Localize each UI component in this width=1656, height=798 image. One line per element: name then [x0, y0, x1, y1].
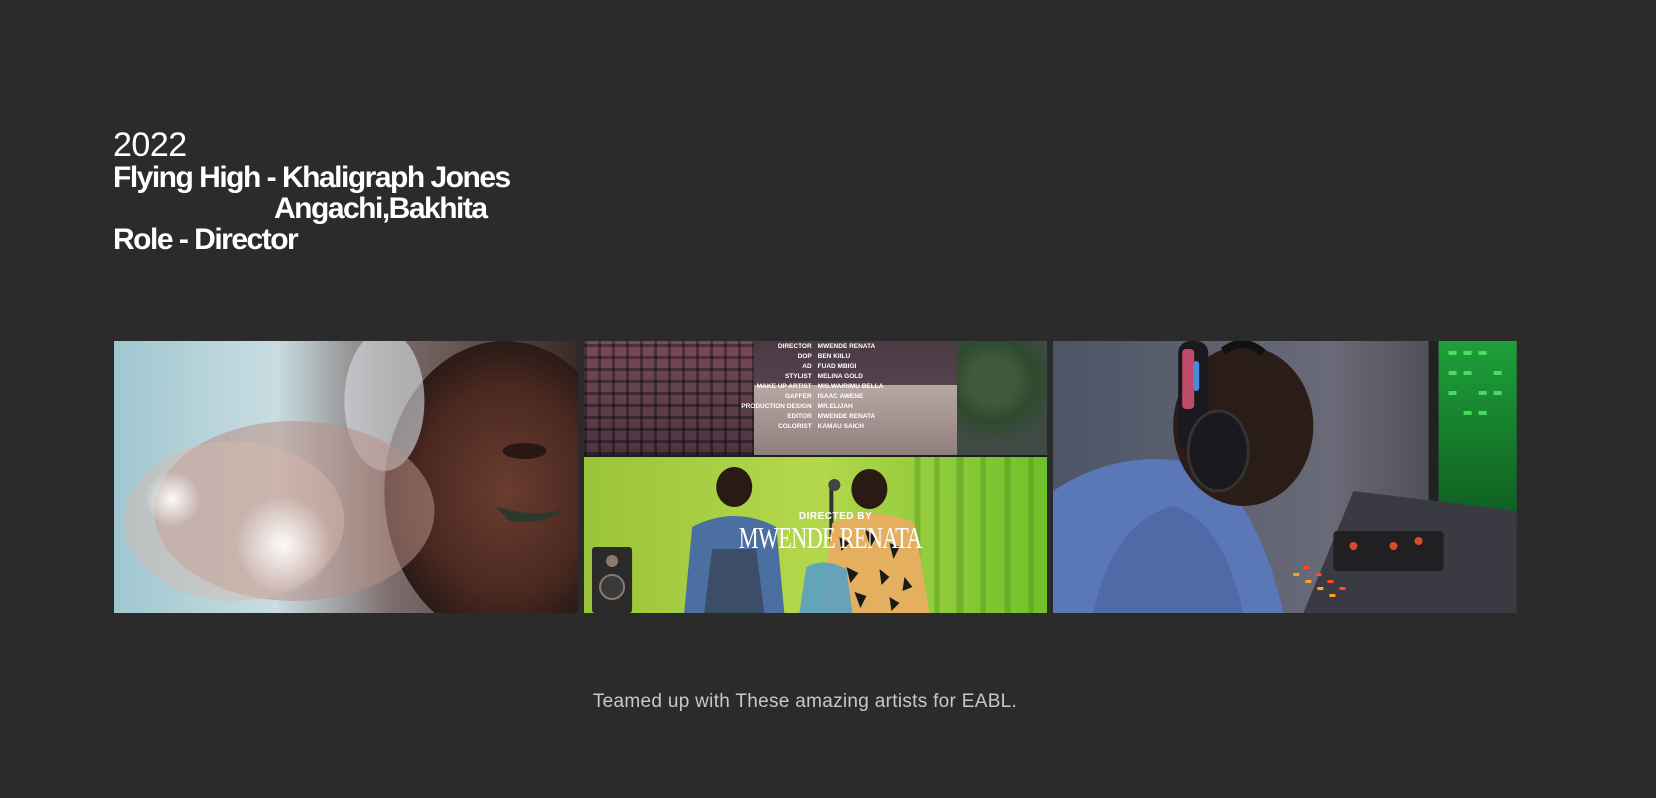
credit-row: PRODUCTION DESIGN MR.ELIJAH: [741, 403, 853, 410]
credit-row: STYLIST MELINA GOLD: [784, 373, 863, 380]
portrait-image: [114, 341, 578, 613]
gallery-image-studio[interactable]: [1053, 341, 1518, 613]
credit-row: MAKE UP ARTIST MIS.WAIRIMU BELLA: [756, 383, 884, 390]
project-title-line-1: Flying High - Khaligraph Jones: [113, 161, 511, 194]
credits-frame: DIRECTOR MWENDE RENATA DOP BEN KIILU AD FUA…: [583, 341, 1048, 455]
gallery-caption: Teamed up with These amazing artists for…: [592, 691, 1018, 712]
director-name: MWENDE RENATA: [738, 520, 922, 555]
project-header: 2022 Flying High - Khaligraph Jones Anga…: [113, 128, 673, 255]
credits-list: DIRECTOR MWENDE RENATA DOP BEN KIILU AD FUA…: [584, 342, 1048, 432]
credit-row: DOP BEN KIILU: [797, 353, 851, 360]
credit-row: GAFFER ISAAC AWENE: [784, 393, 864, 400]
credit-row: EDITOR MWENDE RENATA: [787, 413, 876, 420]
gallery-image-portrait[interactable]: [114, 341, 578, 613]
credit-row: COLORIST KAMAU SAICH: [778, 423, 864, 430]
studio-frame: DIRECTED BY MWENDE RENATA: [583, 457, 1048, 613]
project-year: 2022: [113, 126, 187, 164]
project-role: Role - Director: [113, 223, 299, 256]
project-title-line-2: Angachi,Bakhita: [274, 192, 488, 225]
gallery-image-credits[interactable]: DIRECTOR MWENDE RENATA DOP BEN KIILU AD FUA…: [583, 341, 1048, 613]
credit-row: DIRECTOR MWENDE RENATA: [777, 343, 876, 350]
studio-engineer-image: [1053, 341, 1518, 613]
credit-row: AD FUAD MBIGI: [802, 363, 857, 370]
image-gallery: DIRECTOR MWENDE RENATA DOP BEN KIILU AD FUA…: [114, 341, 1518, 613]
directed-by-title: DIRECTED BY MWENDE RENATA: [584, 511, 1048, 553]
